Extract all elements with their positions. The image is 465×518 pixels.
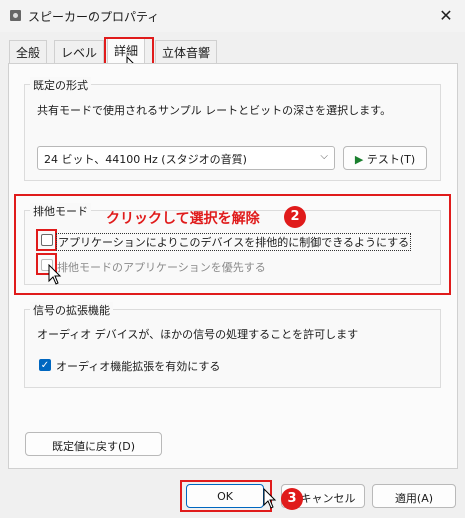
chevron-down-icon: ⌵	[320, 151, 328, 162]
exclusive-checkbox-highlight	[36, 229, 57, 251]
step-badge-2: 2	[284, 206, 306, 228]
tab-general[interactable]: 全般	[9, 40, 48, 63]
cursor-icon	[263, 488, 277, 509]
apply-button[interactable]: 適用(A)	[372, 484, 456, 508]
window-title: スピーカーのプロパティ	[28, 10, 160, 24]
signal-enhancements-label: 信号の拡張機能	[30, 302, 113, 318]
test-button-label: テスト(T)	[366, 153, 416, 166]
tab-spatial-sound[interactable]: 立体音響	[155, 40, 218, 63]
tab-levels[interactable]: レベル	[54, 40, 105, 63]
signal-enhancements-group	[24, 309, 441, 388]
test-button[interactable]: ▶ テスト(T)	[343, 146, 427, 170]
ok-button-highlight	[180, 480, 272, 512]
annotation-instruction: クリックして選択を解除	[106, 211, 260, 227]
speaker-icon	[10, 10, 21, 21]
enable-audio-enhancements-label[interactable]: オーディオ機能拡張を有効にする	[56, 358, 220, 374]
default-format-description: 共有モードで使用されるサンプル レートとビットの深さを選択します。	[37, 104, 392, 117]
title-bar: スピーカーのプロパティ ✕	[0, 0, 465, 32]
enable-audio-enhancements-checkbox[interactable]: ✓	[39, 359, 51, 371]
play-icon: ▶	[354, 153, 364, 166]
restore-defaults-button[interactable]: 既定値に戻す(D)	[25, 432, 162, 456]
exclusive-control-label[interactable]: アプリケーションによりこのデバイスを排他的に制御できるようにする	[56, 233, 412, 251]
signal-enhancements-description: オーディオ デバイスが、ほかの信号の処理することを許可します	[37, 328, 359, 341]
format-dropdown[interactable]: 24 ビット、44100 Hz (スタジオの音質) ⌵	[37, 146, 335, 170]
exclusive-priority-label: 排他モードのアプリケーションを優先する	[57, 261, 266, 274]
step-badge-3: 3	[281, 488, 303, 510]
cursor-icon	[48, 264, 62, 285]
close-icon[interactable]: ✕	[437, 7, 455, 25]
exclusive-mode-label: 排他モード	[30, 203, 91, 219]
format-selected-value: 24 ビット、44100 Hz (スタジオの音質)	[44, 153, 247, 166]
default-format-label: 既定の形式	[30, 77, 91, 93]
